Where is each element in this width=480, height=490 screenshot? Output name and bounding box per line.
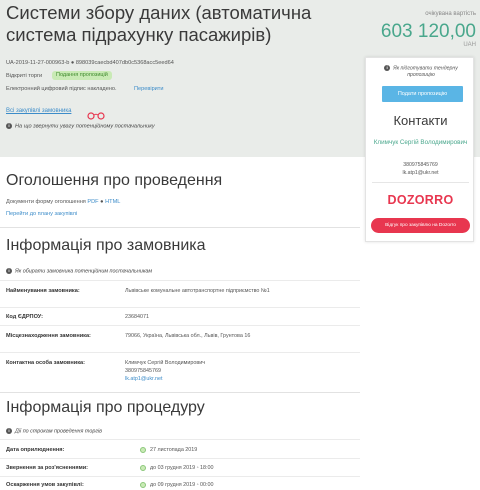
contact-phone: 380975845769	[403, 162, 438, 168]
section-divider	[0, 227, 360, 228]
status-dot-icon	[140, 446, 146, 453]
appeal-prefix: до	[150, 482, 157, 488]
attention-hint[interactable]: i На що звернути увагу потенційному поста…	[6, 123, 155, 129]
procedure-title: Інформація про процедуру	[6, 399, 205, 416]
contact-person-phone: 380975845769	[125, 368, 161, 374]
procedure-hint[interactable]: i Дії по строкам проведення торгів	[6, 428, 102, 434]
procedure-hint-label: Дії по строкам проведення торгів	[15, 428, 102, 435]
row-divider	[0, 307, 360, 308]
contact-name: Климчук Сергій Володимирович	[373, 139, 468, 146]
panel-divider	[372, 182, 469, 183]
contact-person-value: Климчук Сергій Володимирович 38097584576…	[125, 359, 285, 383]
customer-hint-label: Як обирати замовника потенційним постача…	[15, 268, 153, 275]
appeal-value: до 09 грудня 2019 ◦ 00:00	[140, 481, 300, 489]
side-panel: i Як підготувати тендерну пропозицію Пода…	[365, 57, 474, 242]
publish-date-text: 27 листопада 2019	[150, 447, 198, 453]
submit-offer-button[interactable]: Подати пропозицію	[382, 86, 463, 102]
procurement-plan-link[interactable]: Перейти до плану закупівлі	[6, 211, 77, 217]
pdf-link[interactable]: PDF	[87, 199, 98, 205]
customer-address-label: Місцезнаходження замовника:	[6, 333, 91, 339]
dozorro-logo: DOZORRO	[387, 193, 454, 207]
verify-signature-link[interactable]: Перевірити	[134, 86, 164, 92]
clarifications-label: Звернення за роз'ясненнями:	[6, 465, 89, 471]
price-label: очікувана вартість	[425, 11, 476, 17]
section-divider	[0, 392, 360, 393]
appeal-label: Оскарження умов закупівлі:	[6, 482, 84, 488]
page-title: Системи збору даних (автоматична система…	[6, 2, 312, 45]
contacts-title: Контакти	[393, 113, 448, 128]
dozorro-review-button[interactable]: Відгук про закупівлю на Dozorro	[371, 218, 470, 233]
contact-person-name: Климчук Сергій Володимирович	[125, 360, 206, 366]
row-divider	[0, 325, 360, 326]
edrpou-label: Код ЄДРПОУ:	[6, 314, 43, 320]
edrpou-value: 23684071	[125, 314, 149, 320]
publish-date-label: Дата оприлюднення:	[6, 447, 65, 453]
signature-text: Електронний цифровий підпис накладено.	[6, 86, 117, 92]
appeal-text: 09 грудня 2019 ◦ 00:00	[157, 482, 214, 488]
currency: UAH	[463, 42, 476, 48]
info-icon: i	[6, 268, 12, 274]
clarifications-prefix: до	[150, 465, 157, 471]
clarifications-text: 03 грудня 2019 ◦ 18:00	[157, 465, 214, 471]
tender-offer-hint-label: Як підготувати тендерну пропозицію	[393, 65, 458, 79]
status-dot-icon	[140, 481, 146, 488]
tender-offer-hint[interactable]: i Як підготувати тендерну пропозицію	[372, 65, 470, 79]
contact-person-email[interactable]: lk.atp1@ukr.net	[125, 375, 285, 383]
expected-price: 603 120,00	[380, 21, 476, 42]
tender-type: Відкриті торги	[6, 73, 43, 79]
row-divider	[0, 280, 360, 281]
attention-hint-label: На що звернути увагу потенційному постач…	[15, 123, 155, 130]
customer-address-value: 79066, Україна, Львівська обл., Львів, Г…	[125, 333, 251, 339]
contact-person-label: Контактна особа замовника:	[6, 360, 85, 366]
row-divider	[0, 439, 360, 440]
clarifications-value: до 03 грудня 2019 ◦ 18:00	[140, 464, 300, 472]
row-divider	[0, 458, 360, 459]
status-badge: Подання пропозицій	[52, 71, 112, 80]
customer-name-label: Найменування замовника:	[6, 288, 80, 294]
customer-name-value: Львівське комунальне автотранспортне під…	[125, 288, 270, 294]
info-icon: i	[384, 65, 391, 71]
customer-title: Інформація про замовника	[6, 237, 206, 254]
html-link[interactable]: HTML	[105, 199, 120, 205]
row-divider	[0, 476, 360, 477]
announcement-docs: Документи форму оголошення PDF ● HTML	[6, 199, 120, 205]
publish-date-value: 27 листопада 2019	[140, 446, 300, 454]
tender-id: UA-2019-11-27-000963-b ● 898039caecbd407…	[6, 60, 174, 66]
status-dot-icon	[140, 464, 146, 471]
all-procurements-link[interactable]: Всі закупівлі замовника	[6, 108, 71, 114]
info-icon: i	[6, 428, 12, 434]
docs-separator: ●	[100, 199, 104, 205]
customer-hint[interactable]: i Як обирати замовника потенційним постач…	[6, 268, 152, 274]
docs-prefix: Документи форму оголошення	[6, 199, 86, 205]
announcement-title: Оголошення про проведення	[6, 172, 223, 189]
contact-email[interactable]: lk.atp1@ukr.net	[366, 170, 475, 176]
info-icon: i	[6, 123, 12, 129]
row-divider	[0, 352, 360, 353]
